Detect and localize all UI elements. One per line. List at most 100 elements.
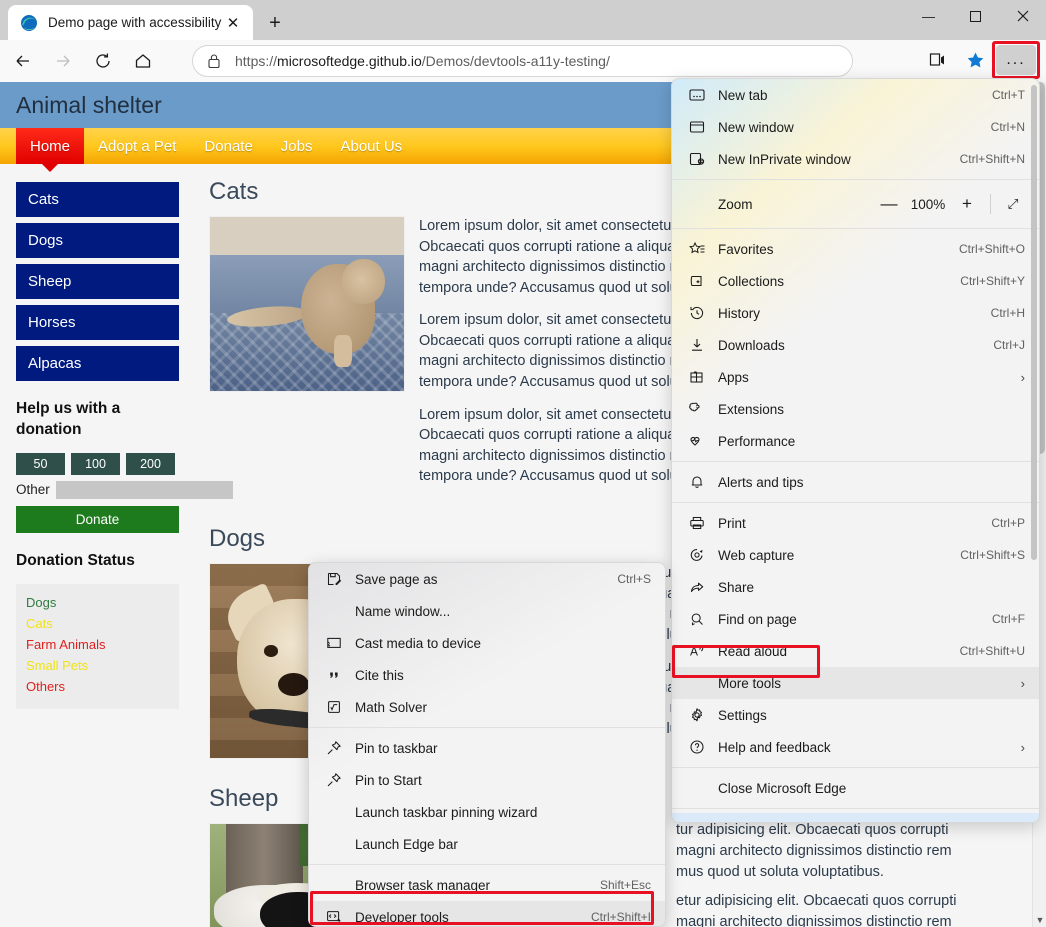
settings-and-more-button[interactable]: ... — [996, 45, 1036, 75]
submenu-item-cite-this[interactable]: Cite this — [309, 659, 665, 691]
collections-icon — [686, 273, 708, 289]
minimize-icon[interactable]: — — [905, 0, 952, 32]
immersive-reader-icon[interactable] — [922, 45, 956, 75]
submenu-item-launch-taskbar-pinning-wizard[interactable]: Launch taskbar pinning wizard — [309, 796, 665, 828]
menu-item-favorites[interactable]: Favorites Ctrl+Shift+O — [672, 233, 1039, 265]
bg-line-3: mus quod ut soluta voluptatibus. — [676, 864, 884, 881]
forward-button[interactable] — [46, 46, 80, 76]
menu-item-accelerator: Ctrl+Shift+N — [959, 152, 1025, 166]
menu-scrollbar-thumb[interactable] — [1031, 85, 1037, 560]
address-bar[interactable]: https://microsoftedge.github.io/Demos/de… — [192, 45, 853, 77]
menu-item-find-on-page[interactable]: Find on page Ctrl+F — [672, 603, 1039, 635]
star-icon[interactable] — [958, 45, 992, 75]
close-icon[interactable]: ✕ — [223, 13, 243, 33]
extensions-icon — [686, 401, 708, 417]
menu-item-more-tools[interactable]: More tools › — [672, 667, 1039, 699]
scroll-down-icon[interactable]: ▼ — [1033, 915, 1046, 925]
menu-item-accelerator: Ctrl+Shift+S — [960, 548, 1025, 562]
menu-divider — [672, 179, 1039, 180]
menu-item-label: Share — [718, 579, 755, 595]
briefcase-icon — [686, 821, 708, 822]
menu-item-help-and-feedback[interactable]: Help and feedback › — [672, 731, 1039, 763]
donation-heading: Help us with a donation — [16, 400, 121, 438]
submenu-item-name-window[interactable]: Name window... — [309, 595, 665, 627]
refresh-button[interactable] — [86, 46, 120, 76]
home-button[interactable] — [126, 46, 160, 76]
menu-item-extensions[interactable]: Extensions — [672, 393, 1039, 425]
tab-title: Demo page with accessibility issu — [48, 15, 223, 30]
menu-item-web-capture[interactable]: Web capture Ctrl+Shift+S — [672, 539, 1039, 571]
nav-item-adopt-a-pet[interactable]: Adopt a Pet — [84, 128, 190, 164]
menu-item-accelerator: Ctrl+N — [990, 120, 1025, 134]
menu-item-new-tab[interactable]: New tab Ctrl+T — [672, 79, 1039, 111]
devtools-icon — [323, 909, 345, 925]
menu-item-label: Help and feedback — [718, 739, 831, 755]
menu-item-print[interactable]: Print Ctrl+P — [672, 507, 1039, 539]
menu-item-label: Performance — [718, 433, 796, 449]
submenu-item-label: Launch taskbar pinning wizard — [355, 804, 538, 820]
submenu-item-accelerator: Ctrl+Shift+I — [590, 910, 651, 924]
menu-item-downloads[interactable]: Downloads Ctrl+J — [672, 329, 1039, 361]
sidebar-item-cats[interactable]: Cats — [16, 182, 179, 217]
donation-status-list: Dogs Cats Farm Animals Small Pets Others — [16, 583, 179, 709]
browser-tab[interactable]: Demo page with accessibility issu ✕ — [8, 5, 253, 40]
history-icon — [686, 305, 708, 321]
submenu-item-save-page-as[interactable]: Save page as Ctrl+S — [309, 563, 665, 595]
menu-item-collections[interactable]: Collections Ctrl+Shift+Y — [672, 265, 1039, 297]
sidebar-item-alpacas[interactable]: Alpacas — [16, 346, 179, 381]
nav-item-donate[interactable]: Donate — [190, 128, 266, 164]
menu-item-read-aloud[interactable]: Read aloud Ctrl+Shift+U — [672, 635, 1039, 667]
menu-item-label: Favorites — [718, 241, 774, 257]
menu-item-accelerator: Ctrl+Shift+Y — [960, 274, 1025, 288]
menu-item-share[interactable]: Share — [672, 571, 1039, 603]
submenu-item-pin-to-start[interactable]: Pin to Start — [309, 764, 665, 796]
menu-item-history[interactable]: History Ctrl+H — [672, 297, 1039, 329]
menu-item-new-window[interactable]: New window Ctrl+N — [672, 111, 1039, 143]
menu-item-accelerator: Ctrl+P — [991, 516, 1025, 530]
submenu-item-browser-task-manager[interactable]: Browser task manager Shift+Esc — [309, 869, 665, 901]
submenu-item-pin-to-taskbar[interactable]: Pin to taskbar — [309, 732, 665, 764]
submenu-item-cast-media-to-device[interactable]: Cast media to device — [309, 627, 665, 659]
status-item-cats: Cats — [26, 615, 53, 631]
menu-item-new-inprivate-window[interactable]: New InPrivate window Ctrl+Shift+N — [672, 143, 1039, 175]
maximize-icon[interactable] — [952, 0, 999, 32]
new-tab-button[interactable]: + — [262, 10, 288, 36]
title-bar: Demo page with accessibility issu ✕ + — — [0, 0, 1046, 40]
nav-item-about-us[interactable]: About Us — [326, 128, 416, 164]
donate-button[interactable]: Donate — [16, 505, 179, 533]
gear-icon — [686, 707, 708, 723]
nav-item-jobs[interactable]: Jobs — [267, 128, 327, 164]
menu-item-close-microsoft-edge[interactable]: Close Microsoft Edge — [672, 772, 1039, 804]
background-paragraph-fragment: tur adipisicing elit. Obcaecati quos cor… — [676, 820, 1026, 927]
submenu-item-label: Math Solver — [355, 699, 428, 715]
quote-icon — [323, 667, 345, 683]
other-label: Other — [16, 482, 50, 498]
sidebar-item-dogs[interactable]: Dogs — [16, 223, 179, 258]
sidebar-item-horses[interactable]: Horses — [16, 305, 179, 340]
menu-item-apps[interactable]: Apps › — [672, 361, 1039, 393]
pin-icon — [323, 740, 345, 756]
back-button[interactable] — [6, 46, 40, 76]
submenu-item-developer-tools[interactable]: Developer tools Ctrl+Shift+I — [309, 901, 665, 926]
menu-item-accelerator: Ctrl+Shift+U — [959, 644, 1025, 658]
sidebar-item-sheep[interactable]: Sheep — [16, 264, 179, 299]
math-solver-icon — [323, 699, 345, 715]
zoom-in-button[interactable]: + — [952, 194, 982, 214]
menu-item-settings[interactable]: Settings — [672, 699, 1039, 731]
cat-photo — [209, 216, 405, 392]
menu-item-managed-by-your-organization[interactable]: Managed by your organization — [672, 813, 1039, 822]
amount-100-button[interactable]: 100 — [71, 452, 120, 475]
nav-item-home[interactable]: Home — [16, 128, 85, 172]
zoom-out-button[interactable]: — — [874, 194, 904, 214]
amount-200-button[interactable]: 200 — [126, 452, 175, 475]
submenu-item-math-solver[interactable]: Math Solver — [309, 691, 665, 723]
status-item-farm-animals: Farm Animals — [26, 636, 106, 652]
submenu-item-launch-edge-bar[interactable]: Launch Edge bar — [309, 828, 665, 860]
close-window-icon[interactable] — [999, 0, 1046, 32]
menu-item-alerts-and-tips[interactable]: Alerts and tips — [672, 466, 1039, 498]
amount-50-button[interactable]: 50 — [16, 452, 65, 475]
fullscreen-icon[interactable]: ⤢ — [999, 196, 1027, 212]
submenu-item-label: Cite this — [355, 667, 404, 683]
menu-item-performance[interactable]: Performance — [672, 425, 1039, 457]
site-title: Animal shelter — [16, 91, 162, 118]
